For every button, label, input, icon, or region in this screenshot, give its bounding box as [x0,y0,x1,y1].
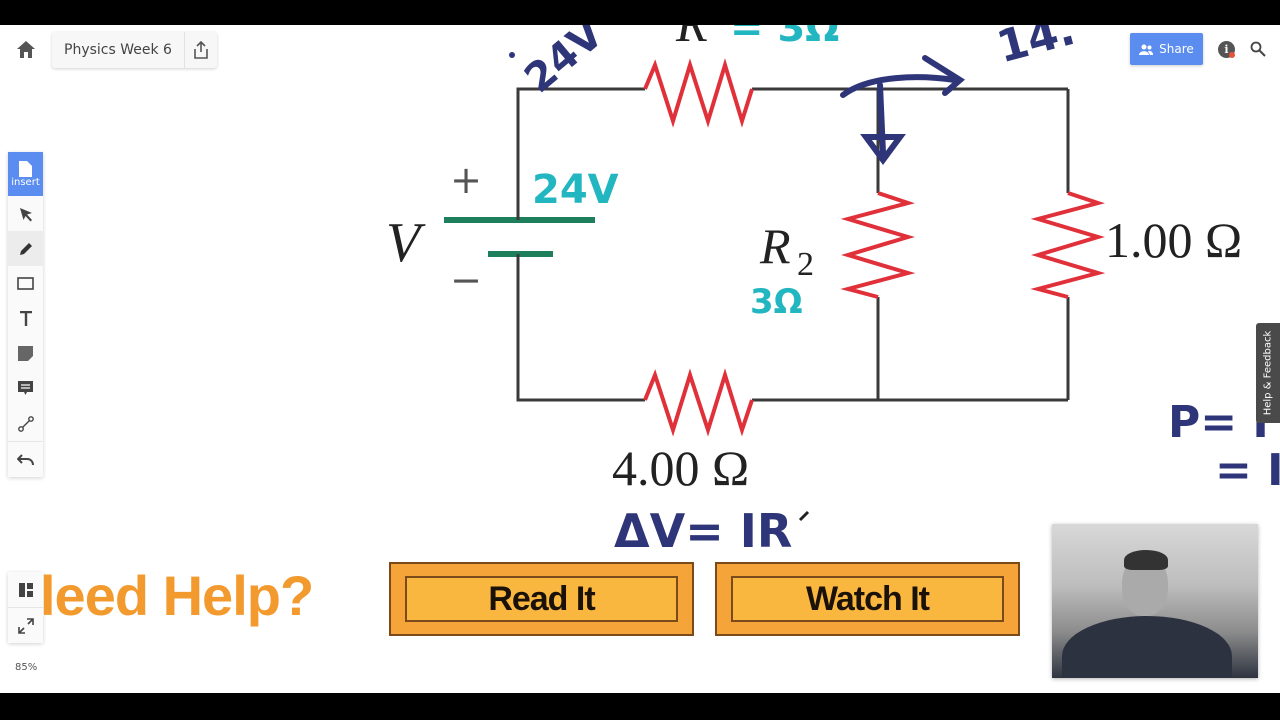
resistor-r4 [643,368,754,437]
expand-icon [17,617,34,634]
presenter-hair [1124,550,1168,570]
export-button[interactable] [185,32,217,68]
read-it-label: Read It [405,576,678,622]
annotation-r2-value: 3Ω [750,282,803,322]
text-icon [19,311,32,326]
home-icon[interactable] [14,38,38,62]
document-title-pill[interactable]: Physics Week 6 [52,32,217,68]
sticky-note-icon [18,346,33,361]
resistor-r1 [643,58,754,128]
insert-button[interactable]: insert [8,152,43,196]
document-icon [19,160,32,177]
pen-cursor-icon [798,510,810,522]
need-help-heading: leed Help? [40,564,314,627]
annotation-power-eq-1: P= I [1168,397,1269,448]
undo-button[interactable] [8,441,43,477]
rectangle-tool[interactable] [8,266,43,301]
watch-it-button[interactable]: Watch It [715,562,1020,636]
select-tool[interactable] [8,196,43,231]
layout-button[interactable] [8,572,43,607]
watch-it-label: Watch It [731,576,1004,622]
resistor-r3 [1030,191,1106,299]
pen-tool[interactable] [8,231,43,266]
text-tool[interactable] [8,301,43,336]
r1-label: R [675,25,708,53]
notification-dot [1229,52,1235,58]
battery-minus: − [450,258,482,302]
annotation-power-eq-2: = I [1215,445,1280,496]
connector-tool[interactable] [8,406,43,441]
undo-icon [17,453,34,465]
view-toolbar [8,572,43,643]
sticky-note-tool[interactable] [8,336,43,371]
pencil-icon [19,242,32,255]
webcam-video [1052,524,1258,678]
annotation-ohms-law: ΔV= IR [614,504,792,558]
r4-value: 4.00 Ω [612,440,749,496]
r2-subscript: 2 [797,246,814,283]
connector-icon [17,415,34,432]
annotation-battery-voltage: 24V [532,167,619,213]
battery-label: V [386,212,426,274]
share-button[interactable]: Share [1130,33,1203,65]
drawing-toolbar: insert [8,152,43,477]
r2-label: R [759,218,791,274]
feedback-label: Help & Feedback [1262,330,1274,416]
comment-icon [18,380,33,395]
fullscreen-button[interactable] [8,607,43,643]
document-title[interactable]: Physics Week 6 [52,32,185,68]
zoom-level: 85% [15,662,38,673]
whiteboard-canvas[interactable]: + − V R R 2 1.00 Ω 4.00 Ω 24V = 3Ω 3Ω 24… [0,25,1280,693]
share-label: Share [1159,42,1194,56]
grid-layout-icon [18,582,33,597]
annotation-r1-value: = 3Ω [730,25,839,51]
r3-value: 1.00 Ω [1105,212,1242,268]
read-it-button[interactable]: Read It [389,562,694,636]
upload-icon [194,41,208,59]
resistor-r2 [840,191,916,299]
battery-plus: + [450,158,482,202]
search-icon[interactable] [1250,41,1266,57]
rectangle-icon [17,277,34,290]
people-icon [1139,44,1154,55]
current-arrow [840,55,966,166]
comment-tool[interactable] [8,371,43,406]
annotation-top-right-number: 14. [992,25,1080,73]
cursor-arrow-icon [19,207,32,221]
insert-label: insert [11,176,40,188]
presenter-body [1062,616,1232,678]
wire-bottom-left [516,257,645,402]
help-feedback-tab[interactable]: Help & Feedback [1256,323,1280,423]
